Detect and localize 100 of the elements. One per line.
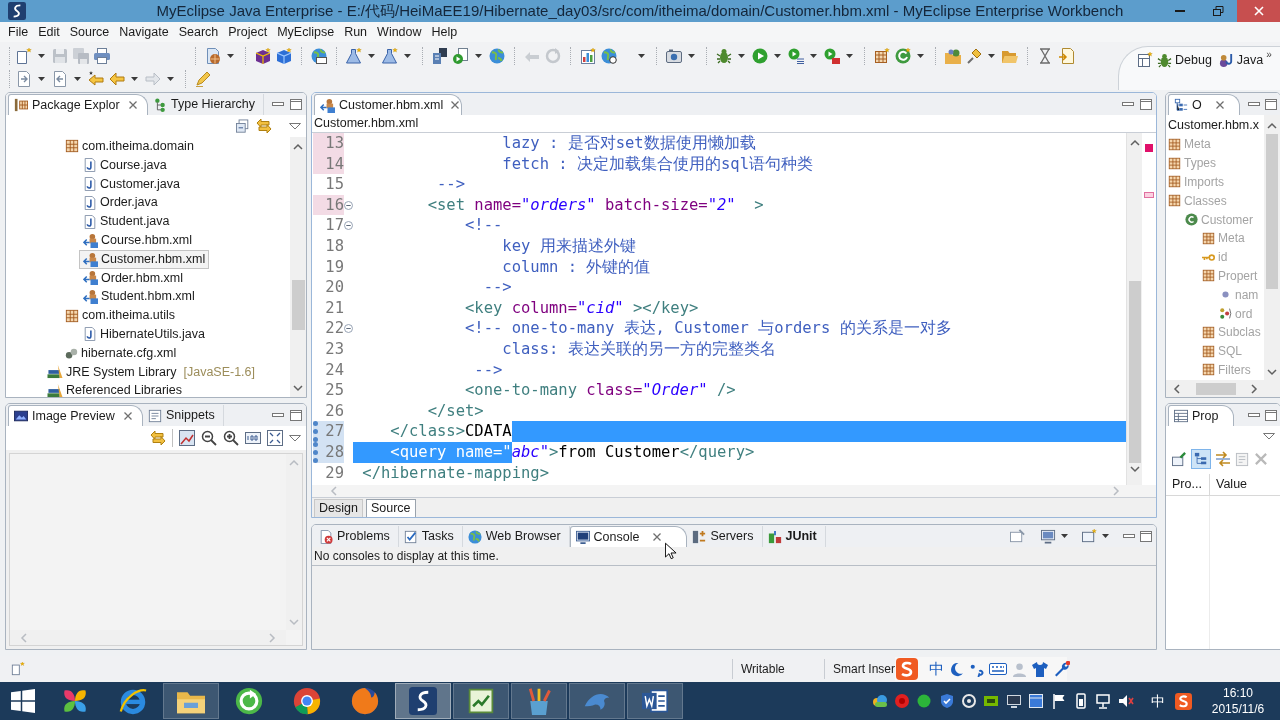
outline-title[interactable]: Customer.hbm.x (1168, 115, 1259, 135)
menu-item[interactable]: Window (372, 23, 427, 41)
grid-icon[interactable] (873, 48, 890, 64)
window-pin-icon[interactable] (1172, 451, 1187, 467)
globe-icon[interactable] (488, 48, 505, 64)
server-icon[interactable] (431, 48, 448, 64)
caret-icon[interactable] (810, 54, 817, 58)
collapse-icon[interactable] (344, 324, 353, 334)
tree-item[interactable]: Customer.hbm.xml (79, 249, 210, 269)
camera-icon[interactable] (665, 48, 682, 64)
chevron-left-icon[interactable] (1173, 383, 1180, 394)
logo-icon[interactable] (1175, 692, 1192, 710)
more-perspectives[interactable]: » (1266, 50, 1272, 60)
tree-item[interactable]: Student.java (79, 212, 174, 232)
folder-icon[interactable] (944, 48, 961, 64)
play-icon[interactable] (751, 48, 768, 64)
menu-item[interactable]: MyEclipse (272, 23, 340, 41)
menu-item[interactable]: Project (223, 23, 273, 41)
shield-icon[interactable] (938, 693, 955, 709)
tree-item[interactable]: Student.hbm.xml (79, 287, 199, 307)
caret-icon[interactable] (1102, 534, 1109, 538)
view-tab[interactable]: O (1168, 94, 1240, 115)
printer-icon[interactable] (93, 48, 110, 64)
arrows-icon[interactable] (1215, 451, 1231, 467)
maximize-icon[interactable] (290, 98, 302, 110)
fit-icon[interactable] (267, 430, 283, 446)
caret-icon[interactable] (404, 54, 411, 58)
warning-marker-icon[interactable] (1144, 192, 1154, 198)
document-icon[interactable] (1057, 48, 1074, 64)
caret-icon[interactable] (638, 54, 645, 58)
bug-icon[interactable] (715, 48, 732, 64)
view-tab[interactable]: Type Hierarchy (148, 94, 265, 115)
caret-icon[interactable] (475, 54, 482, 58)
circle-icon[interactable] (916, 693, 933, 709)
zoom-in-icon[interactable] (223, 430, 239, 446)
menu-item[interactable]: Help (426, 23, 463, 41)
view-menu-icon[interactable] (289, 122, 301, 130)
caret-icon[interactable] (38, 54, 45, 58)
menu-item[interactable]: Edit (33, 23, 65, 41)
caret-icon[interactable] (167, 77, 174, 81)
image-icon[interactable] (179, 430, 195, 446)
taskbar-button[interactable] (163, 683, 219, 719)
cube-icon[interactable] (275, 48, 292, 64)
close-icon[interactable] (123, 411, 133, 421)
column-header[interactable]: Pro... (1172, 475, 1202, 494)
browser-icon[interactable] (119, 687, 147, 715)
scrollbar[interactable] (290, 137, 306, 397)
tree-item[interactable]: Course.java (79, 155, 171, 175)
monitor-icon[interactable] (1005, 693, 1022, 709)
start-icon[interactable] (11, 689, 35, 713)
swap-arrows-icon[interactable] (256, 118, 272, 134)
menu-item[interactable]: Run (339, 23, 373, 41)
display-console-icon[interactable] (1041, 528, 1056, 544)
perspective-button[interactable]: Debug (1157, 50, 1212, 70)
view-menu-icon[interactable] (1263, 432, 1275, 440)
computer-icon[interactable] (1095, 693, 1112, 709)
close-icon[interactable] (450, 100, 461, 110)
caret-icon[interactable] (774, 54, 781, 58)
input-mode-toggle[interactable]: 中 (929, 657, 944, 681)
back-icon[interactable] (87, 71, 104, 87)
caret-icon[interactable] (917, 54, 924, 58)
caret-icon[interactable] (688, 54, 695, 58)
restore-icon[interactable] (1213, 6, 1224, 16)
caret-icon[interactable] (38, 77, 45, 81)
cloud-icon[interactable] (871, 693, 888, 709)
play-list-icon[interactable] (787, 48, 804, 64)
new-view-icon[interactable] (11, 662, 25, 676)
view-tab[interactable]: Web Browser (462, 526, 570, 547)
language-indicator[interactable]: 中 (1151, 690, 1165, 712)
menu-item[interactable]: Search (173, 23, 224, 41)
caret-icon[interactable] (1061, 534, 1068, 538)
tree-toggle-button[interactable] (1191, 449, 1211, 469)
taskbar-button[interactable] (453, 683, 509, 719)
scrollbar[interactable] (1126, 133, 1142, 485)
close-icon[interactable] (128, 100, 138, 110)
tree-item[interactable]: com.itheima.domain (61, 136, 198, 156)
back-icon[interactable] (108, 71, 125, 87)
scrollbar-thumb[interactable] (291, 280, 305, 330)
pin-icon[interactable] (965, 48, 982, 64)
clock-date[interactable]: 2015/11/6 (1211, 701, 1265, 717)
chip-icon[interactable] (983, 693, 1000, 709)
ring-icon[interactable] (961, 693, 978, 709)
globe-page-icon[interactable] (204, 48, 221, 64)
caret-icon[interactable] (738, 54, 745, 58)
tree-item[interactable]: HibernateUtils.java (79, 324, 209, 344)
shirt-icon[interactable] (1032, 661, 1048, 677)
refresh-icon[interactable] (894, 48, 911, 64)
view-tab[interactable]: Tasks (398, 526, 463, 547)
close-icon[interactable] (1214, 100, 1225, 110)
actual-size-icon[interactable] (245, 430, 261, 446)
open-perspective-icon[interactable] (1137, 52, 1153, 68)
view-tab[interactable]: Servers (687, 526, 763, 547)
tree-item[interactable]: Customer.java (79, 174, 184, 194)
minimize-icon[interactable] (1123, 534, 1135, 538)
battery-icon[interactable] (1073, 693, 1089, 709)
column-header[interactable]: Value (1216, 475, 1248, 494)
zoom-out-icon[interactable] (201, 430, 217, 446)
export-icon[interactable] (51, 71, 68, 87)
menu-item[interactable]: File (3, 23, 34, 41)
editor-mode-tab[interactable]: Source (365, 499, 416, 517)
